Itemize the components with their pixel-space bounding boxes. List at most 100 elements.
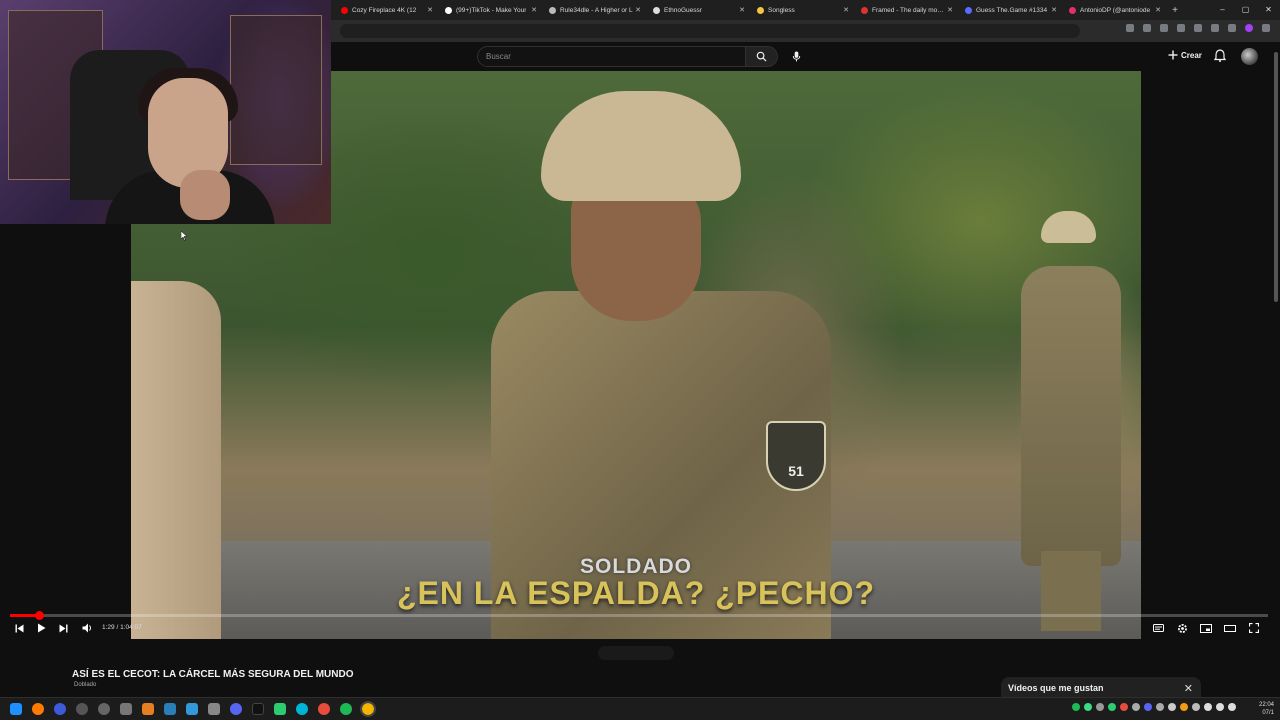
chrome-icon[interactable] bbox=[360, 701, 376, 717]
tab-title: Cozy Fireplace 4K (12 bbox=[352, 6, 417, 14]
app-icon[interactable] bbox=[120, 703, 132, 715]
bookmark-star-icon[interactable] bbox=[1143, 24, 1151, 32]
previous-button[interactable] bbox=[12, 621, 26, 635]
app-icon[interactable] bbox=[164, 703, 176, 715]
browser-tab[interactable]: AntonioDP (@antoniode ✕ bbox=[1063, 0, 1167, 20]
browser-tab[interactable]: Guess The.Game #1334 ✕ bbox=[959, 0, 1063, 20]
close-window-icon[interactable]: ✕ bbox=[1257, 0, 1280, 20]
tray-icon[interactable] bbox=[1072, 703, 1080, 711]
browser-tab[interactable]: Framed - The daily movie ✕ bbox=[855, 0, 959, 20]
soldier-helmet bbox=[541, 91, 741, 201]
account-avatar[interactable] bbox=[1241, 48, 1258, 65]
create-button[interactable]: Crear bbox=[1168, 50, 1202, 60]
tray-icon[interactable] bbox=[1084, 703, 1092, 711]
key-icon[interactable] bbox=[1160, 24, 1168, 32]
plus-icon bbox=[1168, 50, 1178, 60]
browser-tab[interactable]: Rule34dle - A Higher or L ✕ bbox=[543, 0, 647, 20]
chapter-pill[interactable] bbox=[598, 646, 674, 660]
tray-icon[interactable] bbox=[1120, 703, 1128, 711]
browser-tab[interactable]: Cozy Fireplace 4K (12 ✕ bbox=[335, 0, 439, 20]
theater-mode-button[interactable] bbox=[1223, 621, 1237, 635]
tab-close-icon[interactable]: ✕ bbox=[947, 6, 953, 14]
bookmarks-icon[interactable] bbox=[1228, 24, 1236, 32]
tray-icon[interactable] bbox=[1108, 703, 1116, 711]
profile-icon[interactable] bbox=[1245, 24, 1253, 32]
app-icon[interactable] bbox=[208, 703, 220, 715]
video-title: ASÍ ES EL CECOT: LA CÁRCEL MÁS SEGURA DE… bbox=[72, 669, 354, 680]
close-icon[interactable]: ✕ bbox=[1184, 682, 1193, 695]
tray-icon[interactable] bbox=[1132, 703, 1140, 711]
soldier-helmet bbox=[1041, 211, 1096, 243]
tab-title: (99+)TikTok - Make Your bbox=[456, 6, 527, 14]
tray-icon[interactable] bbox=[1180, 703, 1188, 711]
extension-icon[interactable] bbox=[1177, 24, 1185, 32]
webcam-streamer-hand bbox=[180, 170, 230, 220]
extension-icon[interactable] bbox=[1194, 24, 1202, 32]
theater-icon bbox=[1224, 624, 1236, 632]
maximize-icon[interactable]: ▢ bbox=[1234, 0, 1257, 20]
miniplayer-button[interactable] bbox=[1199, 621, 1213, 635]
volume-tray-icon[interactable] bbox=[1216, 703, 1224, 711]
browser-tab[interactable]: (99+)TikTok - Make Your ✕ bbox=[439, 0, 543, 20]
notifications-bell-icon[interactable] bbox=[1214, 49, 1226, 62]
tab-close-icon[interactable]: ✕ bbox=[843, 6, 849, 14]
fullscreen-button[interactable] bbox=[1247, 621, 1261, 635]
tab-close-icon[interactable]: ✕ bbox=[739, 6, 745, 14]
tab-close-icon[interactable]: ✕ bbox=[635, 6, 641, 14]
tab-favicon-icon bbox=[1069, 6, 1076, 14]
video-progress-bar[interactable] bbox=[10, 611, 1268, 620]
page-scrollbar[interactable] bbox=[1272, 42, 1280, 697]
tab-title: Songless bbox=[768, 6, 795, 14]
address-bar[interactable] bbox=[340, 24, 1080, 38]
volume-button[interactable] bbox=[80, 621, 94, 635]
subtitles-button[interactable] bbox=[1151, 621, 1165, 635]
minimize-icon[interactable]: – bbox=[1211, 0, 1234, 20]
app-icon[interactable] bbox=[142, 703, 154, 715]
new-tab-button[interactable]: + bbox=[1167, 5, 1183, 16]
tray-icon[interactable] bbox=[1096, 703, 1104, 711]
microphone-icon bbox=[792, 51, 801, 62]
tab-close-icon[interactable]: ✕ bbox=[1051, 6, 1057, 14]
discord-icon[interactable] bbox=[230, 703, 242, 715]
tab-close-icon[interactable]: ✕ bbox=[427, 6, 433, 14]
tab-favicon-icon bbox=[965, 6, 972, 14]
play-button[interactable] bbox=[34, 621, 48, 635]
tray-icon[interactable] bbox=[1168, 703, 1176, 711]
tray-icon[interactable] bbox=[1144, 703, 1152, 711]
tray-icon[interactable] bbox=[1156, 703, 1164, 711]
app-icon[interactable] bbox=[76, 703, 88, 715]
volume-icon bbox=[82, 623, 91, 633]
spotify-icon[interactable] bbox=[340, 703, 352, 715]
wifi-icon[interactable] bbox=[1204, 703, 1212, 711]
tray-icon[interactable] bbox=[1192, 703, 1200, 711]
more-menu-icon[interactable] bbox=[1262, 24, 1270, 32]
windows-taskbar: 22:04 07/1 bbox=[0, 697, 1280, 720]
app-icon[interactable] bbox=[98, 703, 110, 715]
battery-icon[interactable] bbox=[1228, 703, 1236, 711]
webcam-shelf bbox=[230, 15, 322, 165]
search-input[interactable]: Buscar bbox=[477, 46, 746, 67]
voice-search-button[interactable] bbox=[786, 46, 807, 67]
app-icon[interactable] bbox=[318, 703, 330, 715]
steam-icon[interactable] bbox=[186, 703, 198, 715]
scrollbar-thumb[interactable] bbox=[1274, 52, 1278, 302]
system-clock[interactable]: 22:04 07/1 bbox=[1259, 701, 1274, 717]
app-icon[interactable] bbox=[274, 703, 286, 715]
app-icon[interactable] bbox=[54, 703, 66, 715]
app-icon[interactable] bbox=[296, 703, 308, 715]
settings-button[interactable] bbox=[1175, 621, 1189, 635]
search-icon[interactable] bbox=[32, 703, 44, 715]
browser-tab[interactable]: Songless ✕ bbox=[751, 0, 855, 20]
tab-title: EthnoGuessr bbox=[664, 6, 702, 14]
search-button[interactable] bbox=[746, 46, 778, 67]
start-icon[interactable] bbox=[10, 703, 22, 715]
browser-tab[interactable]: EthnoGuessr ✕ bbox=[647, 0, 751, 20]
install-icon[interactable] bbox=[1126, 24, 1134, 32]
tab-close-icon[interactable]: ✕ bbox=[531, 6, 537, 14]
tab-favicon-icon bbox=[445, 6, 452, 14]
window-controls: – ▢ ✕ bbox=[1211, 0, 1280, 20]
next-button[interactable] bbox=[56, 621, 70, 635]
tab-close-icon[interactable]: ✕ bbox=[1155, 6, 1161, 14]
puzzle-icon[interactable] bbox=[1211, 24, 1219, 32]
tiktok-icon[interactable] bbox=[252, 703, 264, 715]
